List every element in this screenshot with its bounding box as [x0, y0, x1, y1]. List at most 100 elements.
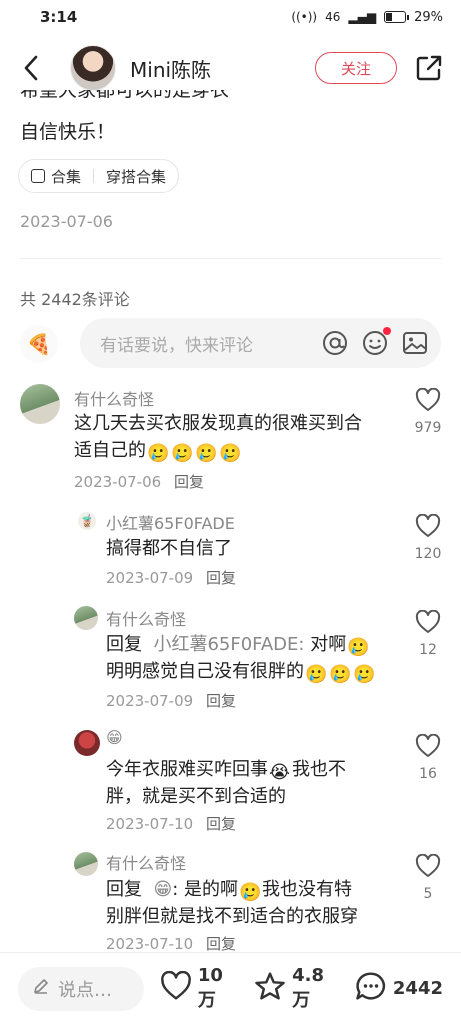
comment-meta: 2023-07-10 回复	[106, 813, 236, 834]
comment-meta: 2023-07-09 回复	[106, 567, 236, 588]
commenter-name[interactable]: 有什么奇怪	[106, 850, 186, 874]
like-count: 979	[414, 420, 442, 436]
comment-item: 😁 今年衣服难买咋回事😭 我也不 胖，就是买不到合适的 2023-07-10 回复…	[0, 728, 461, 838]
back-icon[interactable]	[18, 48, 44, 88]
comment-item: 有什么奇怪 回复 😁: 是的啊🥲我也没有特 别胖但就是找不到适合的衣服穿 202…	[0, 848, 461, 954]
say-placeholder[interactable]: 说点…	[58, 976, 112, 1002]
post-tags[interactable]: 合集 穿搭合集	[18, 159, 180, 193]
follow-button[interactable]: 关注	[315, 52, 397, 84]
reply-button[interactable]: 回复	[206, 935, 236, 953]
commenter-avatar[interactable]	[74, 730, 100, 756]
my-avatar: 🍕	[20, 325, 58, 363]
signal-icon: ▂▄▆	[348, 10, 377, 24]
commenter-name[interactable]: 小红薯65F0FADE	[106, 510, 235, 534]
like-button[interactable]: 16	[413, 733, 443, 782]
like-button[interactable]: 12	[413, 609, 443, 658]
mention-icon[interactable]	[321, 329, 349, 357]
collection-icon	[31, 169, 45, 183]
post-text-partial: 希望大家都可以的是穿衣	[20, 90, 230, 101]
comment-item: 有什么奇怪 回复 小红薯65F0FADE: 对啊🥲 明明感觉自己没有很胖的🥲🥲🥲…	[0, 602, 461, 712]
comment-post-button[interactable]: 2442	[355, 971, 443, 1006]
like-count: 120	[414, 546, 442, 562]
tag-outfit-collection[interactable]: 穿搭合集	[106, 166, 166, 187]
like-count: 5	[423, 886, 433, 902]
commenter-avatar[interactable]	[74, 606, 98, 630]
status-bar: 3:14 ((•)) 46 ▂▄▆ 29%	[0, 0, 461, 34]
comment-text[interactable]: 这几天去买衣服发现真的很难买到合 适自己的🥲🥲🥲🥲	[74, 410, 404, 464]
like-button[interactable]: 120	[413, 513, 443, 562]
commenter-avatar[interactable]	[74, 852, 98, 876]
share-icon[interactable]	[415, 54, 443, 82]
crying-emoji-icon: 🥲	[147, 443, 170, 464]
status-icons: ((•)) 46 ▂▄▆ 29%	[291, 10, 443, 25]
crying-emoji-icon: 🥲	[195, 443, 218, 464]
network-label: 46	[325, 10, 341, 24]
reply-button[interactable]: 回复	[206, 692, 236, 710]
comment-placeholder[interactable]: 有话要说，快来评论	[100, 331, 309, 356]
comment-date: 2023-07-10	[106, 935, 194, 953]
reply-to-user[interactable]: 😁	[153, 879, 172, 900]
post-collect-count: 4.8万	[292, 965, 324, 1011]
post-date: 2023-07-06	[20, 212, 113, 231]
comment-meta: 2023-07-10 回复	[106, 933, 236, 954]
say-something-input[interactable]: 说点…	[18, 966, 144, 1011]
commenter-name[interactable]: 😁	[106, 728, 123, 747]
like-count: 16	[419, 766, 437, 782]
post-comment-count: 2442	[392, 978, 443, 999]
comment-item: 有什么奇怪 这几天去买衣服发现真的很难买到合 适自己的🥲🥲🥲🥲 2023-07-…	[0, 380, 461, 492]
crying-emoji-icon: 😭	[269, 762, 291, 783]
comment-date: 2023-07-09	[106, 569, 194, 587]
emoji-icon[interactable]	[361, 327, 391, 357]
reply-button[interactable]: 回复	[174, 473, 204, 491]
notification-dot	[383, 327, 391, 335]
heart-icon	[160, 970, 192, 1006]
crying-emoji-icon: 🥲	[239, 882, 262, 903]
divider	[20, 258, 441, 259]
bottom-action-bar: 说点… 10万 4.8万 2442	[0, 952, 461, 1024]
comment-input[interactable]: 有话要说，快来评论	[80, 318, 441, 368]
comment-item: 🧋 小红薯65F0FADE 搞得都不自信了 2023-07-09 回复 120	[0, 508, 461, 598]
commenter-name[interactable]: 有什么奇怪	[106, 606, 186, 630]
tag-separator	[93, 169, 95, 183]
post-text: 自信快乐！	[20, 121, 116, 143]
like-button[interactable]: 979	[413, 387, 443, 436]
comment-text[interactable]: 回复 😁: 是的啊🥲我也没有特 别胖但就是找不到适合的衣服穿	[106, 876, 406, 930]
crying-emoji-icon: 🥲	[353, 664, 376, 685]
author-name[interactable]: Mini陈陈	[130, 54, 211, 83]
post-like-count: 10万	[197, 965, 223, 1011]
hotspot-icon: ((•))	[291, 10, 318, 24]
comment-text[interactable]: 搞得都不自信了	[106, 535, 232, 562]
crying-emoji-icon: 🥲	[305, 664, 328, 685]
comment-text[interactable]: 今年衣服难买咋回事😭 我也不 胖，就是买不到合适的	[106, 756, 406, 810]
crying-emoji-icon: 🥲	[219, 443, 242, 464]
status-time: 3:14	[40, 8, 78, 26]
pencil-icon	[32, 977, 50, 1000]
tag-collection[interactable]: 合集	[51, 166, 81, 187]
star-icon	[254, 971, 286, 1006]
like-button[interactable]: 5	[413, 853, 443, 902]
battery-icon	[384, 11, 410, 23]
comment-bubble-icon	[355, 971, 387, 1006]
crying-emoji-icon: 🥲	[329, 664, 352, 685]
comment-date: 2023-07-09	[106, 692, 194, 710]
like-post-button[interactable]: 10万	[160, 965, 238, 1012]
author-avatar[interactable]	[70, 45, 116, 91]
reply-to-user[interactable]: 小红薯65F0FADE:	[153, 634, 304, 655]
crying-emoji-icon: 🥲	[347, 637, 370, 658]
comment-count: 共 2442条评论	[20, 290, 130, 309]
image-icon[interactable]	[401, 329, 429, 357]
comment-meta: 2023-07-06 回复	[74, 471, 204, 492]
like-count: 12	[419, 642, 437, 658]
commenter-avatar[interactable]	[20, 384, 60, 424]
battery-percent: 29%	[414, 9, 443, 25]
crying-emoji-icon: 🥲	[171, 443, 194, 464]
comment-text[interactable]: 回复 小红薯65F0FADE: 对啊🥲 明明感觉自己没有很胖的🥲🥲🥲	[106, 631, 406, 685]
comment-date: 2023-07-10	[106, 815, 194, 833]
reply-button[interactable]: 回复	[206, 815, 236, 833]
comment-date: 2023-07-06	[74, 473, 162, 491]
commenter-avatar[interactable]: 🧋	[78, 512, 96, 530]
reply-button[interactable]: 回复	[206, 569, 236, 587]
comment-meta: 2023-07-09 回复	[106, 690, 236, 711]
collect-post-button[interactable]: 4.8万	[254, 965, 339, 1012]
commenter-name[interactable]: 有什么奇怪	[74, 386, 154, 410]
